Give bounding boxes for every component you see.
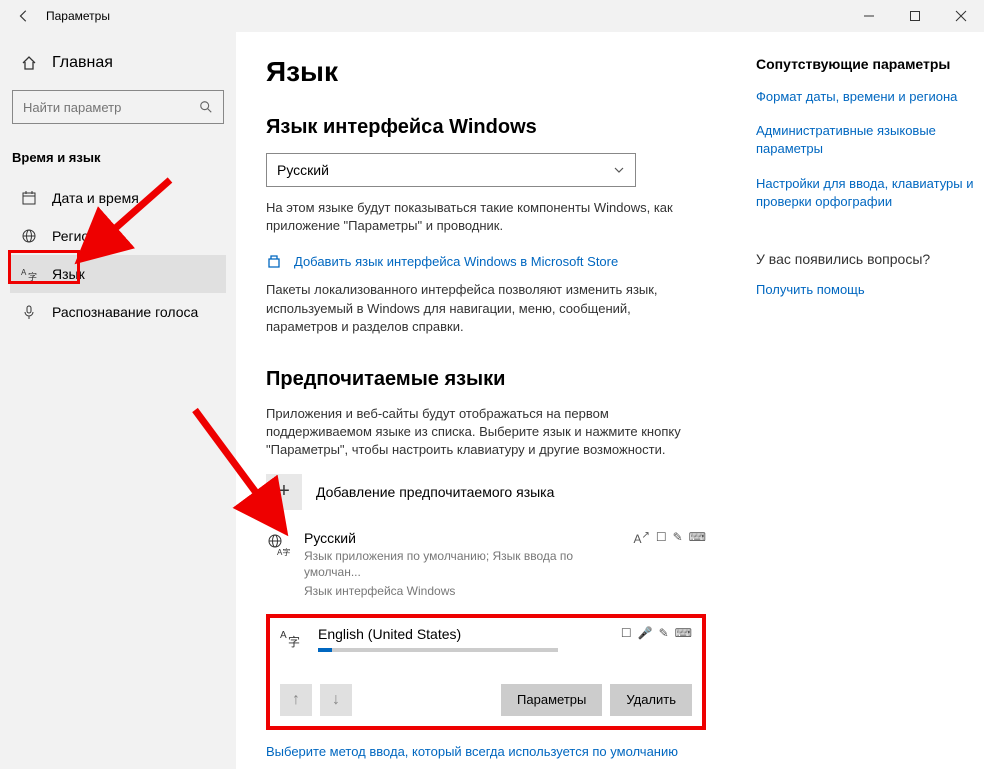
language-char-icon: A字: [280, 626, 306, 652]
add-icon: +: [266, 474, 302, 510]
download-progress: [318, 648, 558, 652]
add-language-row[interactable]: + Добавление предпочитаемого языка: [266, 474, 706, 510]
sidebar-item-label: Дата и время: [52, 190, 139, 206]
move-up-button[interactable]: ↑: [280, 684, 312, 716]
sidebar-item-region[interactable]: Регион: [10, 217, 226, 255]
questions-heading: У вас появились вопросы?: [756, 251, 976, 267]
search-box[interactable]: [12, 90, 224, 124]
globe-icon: [20, 227, 38, 245]
related-link-date-format[interactable]: Формат даты, времени и региона: [756, 88, 976, 106]
sidebar-item-speech[interactable]: Распознавание голоса: [10, 293, 226, 331]
search-input[interactable]: [23, 100, 199, 115]
display-language-dropdown[interactable]: Русский: [266, 153, 636, 187]
home-nav[interactable]: Главная: [10, 46, 226, 80]
search-icon: [199, 100, 217, 114]
language-globe-icon: A字: [266, 532, 292, 558]
display-language-desc: На этом языке будут показываться такие к…: [266, 199, 706, 235]
language-feature-icons: A↗ ☐ ✎ ⌨: [633, 530, 706, 600]
microphone-icon: [20, 303, 38, 321]
sidebar-item-label: Язык: [52, 266, 85, 282]
get-help-link[interactable]: Получить помощь: [756, 281, 976, 299]
related-panel: Сопутствующие параметры Формат даты, вре…: [756, 56, 976, 759]
store-icon: [266, 253, 284, 269]
calendar-icon: [20, 189, 38, 207]
svg-text:字: 字: [28, 271, 37, 282]
speech-indicator-icon: ☐: [656, 530, 667, 600]
language-tile-english-selected[interactable]: A字 English (United States) ☐ 🎤 ✎ ⌨: [266, 614, 706, 730]
svg-text:A字: A字: [277, 547, 290, 557]
titlebar: Параметры: [0, 0, 984, 32]
sidebar-item-date-time[interactable]: Дата и время: [10, 179, 226, 217]
language-name: English (United States): [318, 626, 621, 642]
close-button[interactable]: [938, 0, 984, 32]
store-link-row[interactable]: Добавить язык интерфейса Windows в Micro…: [266, 253, 706, 269]
language-name: Русский: [304, 530, 621, 546]
related-link-input-settings[interactable]: Настройки для ввода, клавиатуры и провер…: [756, 175, 976, 211]
default-input-link[interactable]: Выберите метод ввода, который всегда исп…: [266, 744, 706, 759]
display-language-heading: Язык интерфейса Windows: [266, 116, 706, 139]
preferred-languages-desc: Приложения и веб-сайты будут отображатьс…: [266, 405, 706, 460]
delete-button[interactable]: Удалить: [610, 684, 692, 716]
preferred-languages-heading: Предпочитаемые языки: [266, 368, 706, 391]
tts-icon: A↗: [633, 530, 649, 600]
language-sub: Язык приложения по умолчанию; Язык ввода…: [304, 548, 621, 582]
options-button[interactable]: Параметры: [501, 684, 602, 716]
language-icon: A字: [20, 265, 38, 283]
sidebar: Главная Время и язык Дата и время Регио: [0, 32, 236, 769]
sidebar-item-language[interactable]: A字 Язык: [10, 255, 226, 293]
window-title: Параметры: [46, 9, 110, 23]
keyboard-icon: ⌨: [689, 530, 706, 600]
minimize-button[interactable]: [846, 0, 892, 32]
related-link-admin-lang[interactable]: Административные языковые параметры: [756, 122, 976, 158]
keyboard-icon: ⌨: [675, 626, 692, 652]
svg-text:A: A: [280, 630, 287, 641]
language-sub: Язык интерфейса Windows: [304, 583, 621, 600]
home-icon: [20, 54, 38, 72]
move-down-button[interactable]: ↓: [320, 684, 352, 716]
svg-text:A: A: [21, 268, 27, 277]
display-language-value: Русский: [277, 162, 329, 178]
back-button[interactable]: [6, 0, 42, 32]
handwriting-icon: ✎: [673, 530, 683, 600]
language-feature-icons: ☐ 🎤 ✎ ⌨: [621, 626, 692, 652]
home-label: Главная: [52, 54, 113, 72]
related-heading: Сопутствующие параметры: [756, 56, 976, 72]
language-tile-russian[interactable]: A字 Русский Язык приложения по умолчанию;…: [266, 530, 706, 600]
handwriting-icon: ✎: [659, 626, 669, 652]
chevron-down-icon: [613, 164, 625, 176]
maximize-button[interactable]: [892, 0, 938, 32]
add-language-label: Добавление предпочитаемого языка: [316, 484, 554, 500]
page-title: Язык: [266, 56, 706, 88]
sidebar-item-label: Распознавание голоса: [52, 304, 198, 320]
speech-indicator-icon: ☐: [621, 626, 632, 652]
lip-desc: Пакеты локализованного интерфейса позвол…: [266, 281, 706, 336]
sidebar-item-label: Регион: [52, 228, 97, 244]
category-title: Время и язык: [10, 144, 226, 179]
svg-text:字: 字: [288, 634, 300, 649]
voice-icon: 🎤: [638, 626, 653, 652]
store-link[interactable]: Добавить язык интерфейса Windows в Micro…: [294, 254, 618, 269]
